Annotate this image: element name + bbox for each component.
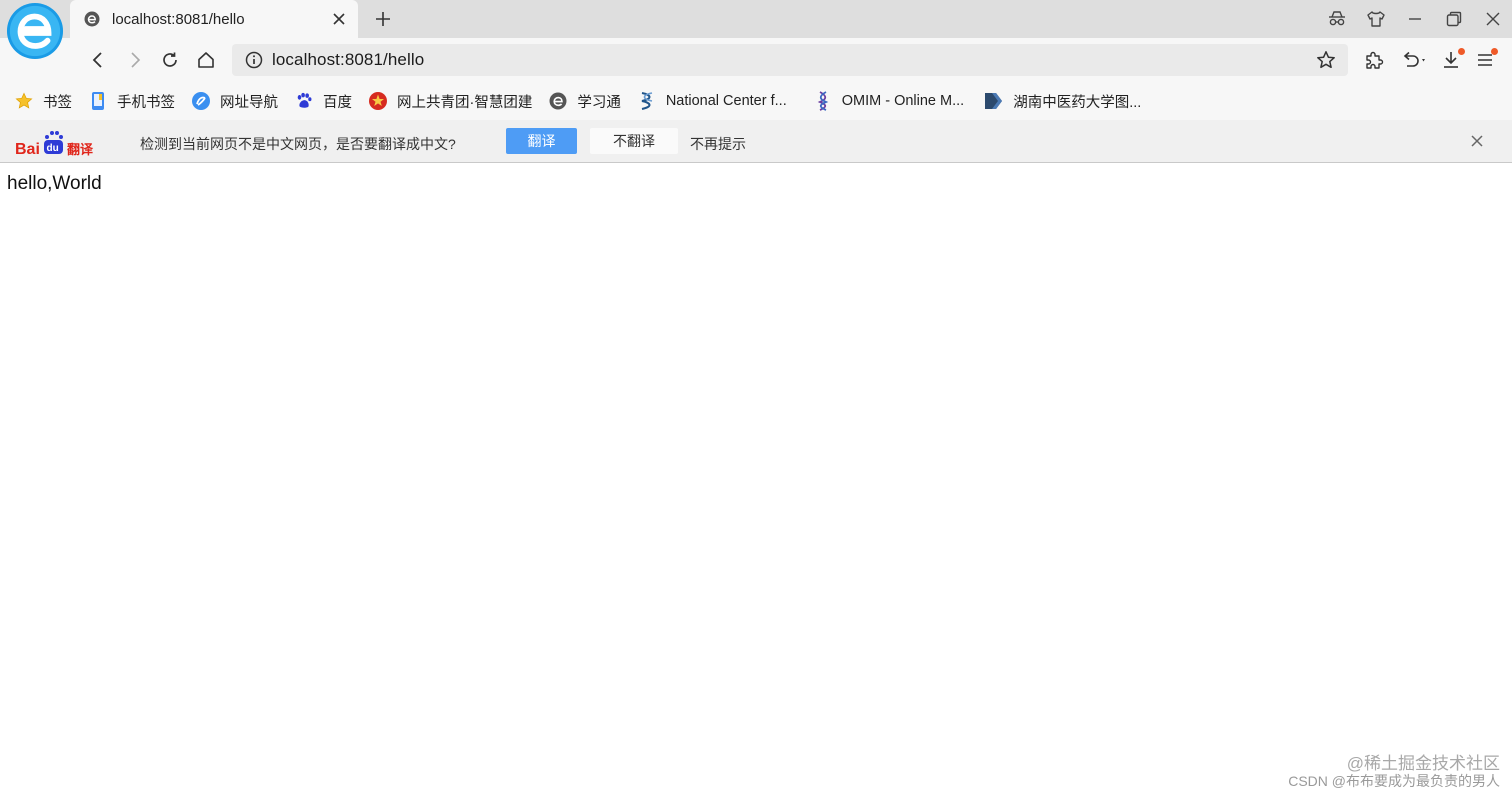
bookmark-star-button[interactable]: [1314, 48, 1338, 72]
star-icon: [14, 91, 34, 111]
bookmark-item[interactable]: 网上共青团·智慧团建: [366, 86, 538, 116]
watermark-line2: CSDN @布布要成为最负责的男人: [1288, 773, 1500, 789]
bookmark-item[interactable]: OMIM - Online M...: [811, 86, 970, 116]
downloads-button[interactable]: [1436, 45, 1466, 75]
ncbi-icon: [637, 91, 657, 111]
back-button[interactable]: [83, 45, 113, 75]
chevron-left-icon: [92, 52, 102, 68]
home-icon: [198, 52, 214, 68]
window-controls: [1317, 0, 1512, 38]
bookmark-label: 网上共青团·智慧团建: [397, 94, 533, 111]
svg-text:du: du: [47, 143, 59, 154]
reload-button[interactable]: [155, 45, 185, 75]
close-icon: [1486, 12, 1499, 26]
puzzle-icon: [1366, 51, 1384, 69]
xuexitong-icon: [548, 91, 568, 111]
nav-globe-icon: [191, 91, 211, 111]
forward-button[interactable]: [120, 45, 150, 75]
page-content: hello,World: [0, 164, 1512, 796]
translate-message: 检测到当前网页不是中文网页，是否要翻译成中文?: [140, 136, 456, 152]
tshirt-icon: [1366, 11, 1385, 27]
restore-button[interactable]: [1434, 1, 1473, 37]
bookmark-item[interactable]: 学习通: [546, 86, 627, 116]
skin-button[interactable]: [1356, 1, 1395, 37]
home-button[interactable]: [191, 45, 221, 75]
svg-text:翻译: 翻译: [67, 142, 94, 157]
translate-close-button[interactable]: [1466, 130, 1488, 152]
minimize-button[interactable]: [1395, 1, 1434, 37]
chevron-right-icon: [131, 52, 141, 68]
close-window-button[interactable]: [1473, 1, 1512, 37]
phone-icon: [88, 91, 108, 111]
page-body-text: hello,World: [7, 173, 102, 194]
library-icon: [984, 91, 1004, 111]
translate-infobar: Bai du 翻译 检测到当前网页不是中文网页，是否要翻译成中文? 翻译 不翻译…: [0, 120, 1512, 163]
bookmark-label: 湖南中医药大学图...: [1013, 94, 1142, 111]
tab-close-button[interactable]: [324, 4, 354, 34]
browser-favicon-icon: [84, 11, 100, 27]
youth-league-icon: [368, 91, 388, 111]
star-outline-icon: [1317, 51, 1335, 69]
extensions-button[interactable]: [1359, 45, 1389, 75]
browser-logo-icon[interactable]: [6, 2, 64, 60]
close-icon: [333, 13, 345, 25]
info-icon[interactable]: [245, 51, 263, 69]
bookmark-item[interactable]: 湖南中医药大学图...: [982, 86, 1147, 116]
menu-button[interactable]: [1470, 45, 1500, 75]
reload-icon: [163, 52, 177, 67]
close-icon: [1471, 135, 1483, 147]
no-translate-button[interactable]: 不翻译: [590, 128, 678, 154]
bookmark-label: OMIM - Online M...: [841, 93, 965, 109]
never-show-link[interactable]: 不再提示: [690, 134, 746, 154]
svg-text:Bai: Bai: [15, 141, 40, 157]
bookmark-label: 学习通: [577, 94, 621, 111]
notification-dot: [1458, 48, 1465, 55]
incognito-button[interactable]: [1317, 1, 1356, 37]
toolbar: localhost:8081/hello: [0, 38, 1512, 82]
bookmark-item[interactable]: 网址导航: [189, 86, 284, 116]
bookmark-label: 书签: [43, 94, 72, 111]
bookmark-label: National Center f...: [665, 93, 787, 109]
incognito-icon: [1328, 11, 1345, 26]
address-bar[interactable]: localhost:8081/hello: [232, 44, 1348, 76]
tab-active[interactable]: localhost:8081/hello: [70, 0, 358, 38]
tab-title: localhost:8081/hello: [112, 10, 245, 28]
bookmark-item[interactable]: 手机书签: [86, 86, 181, 116]
baidu-translate-logo: Bai du 翻译: [15, 131, 94, 157]
bookmark-item[interactable]: 百度: [292, 86, 358, 116]
baidu-paw-icon: [294, 91, 314, 111]
bookmarks-bar: 书签 手机书签 网址导航 百度 网上共青团·智慧团建 学习通 National …: [0, 82, 1512, 120]
notification-dot: [1491, 48, 1498, 55]
undo-icon: [1403, 51, 1425, 67]
bookmark-label: 网址导航: [220, 94, 278, 111]
translate-button[interactable]: 翻译: [506, 128, 577, 154]
tab-strip: localhost:8081/hello: [0, 0, 1512, 38]
plus-icon: [376, 12, 390, 26]
minimize-icon: [1408, 18, 1421, 20]
new-tab-button[interactable]: [368, 4, 398, 34]
url-text[interactable]: localhost:8081/hello: [272, 50, 1314, 70]
bookmark-label: 手机书签: [117, 94, 175, 111]
dna-icon: [813, 91, 833, 111]
bookmark-label: 百度: [323, 94, 352, 111]
bookmark-item[interactable]: 书签: [12, 86, 78, 116]
restore-icon: [1446, 11, 1461, 27]
bookmark-item[interactable]: National Center f...: [635, 86, 793, 116]
undo-close-tab-button[interactable]: [1396, 45, 1432, 75]
